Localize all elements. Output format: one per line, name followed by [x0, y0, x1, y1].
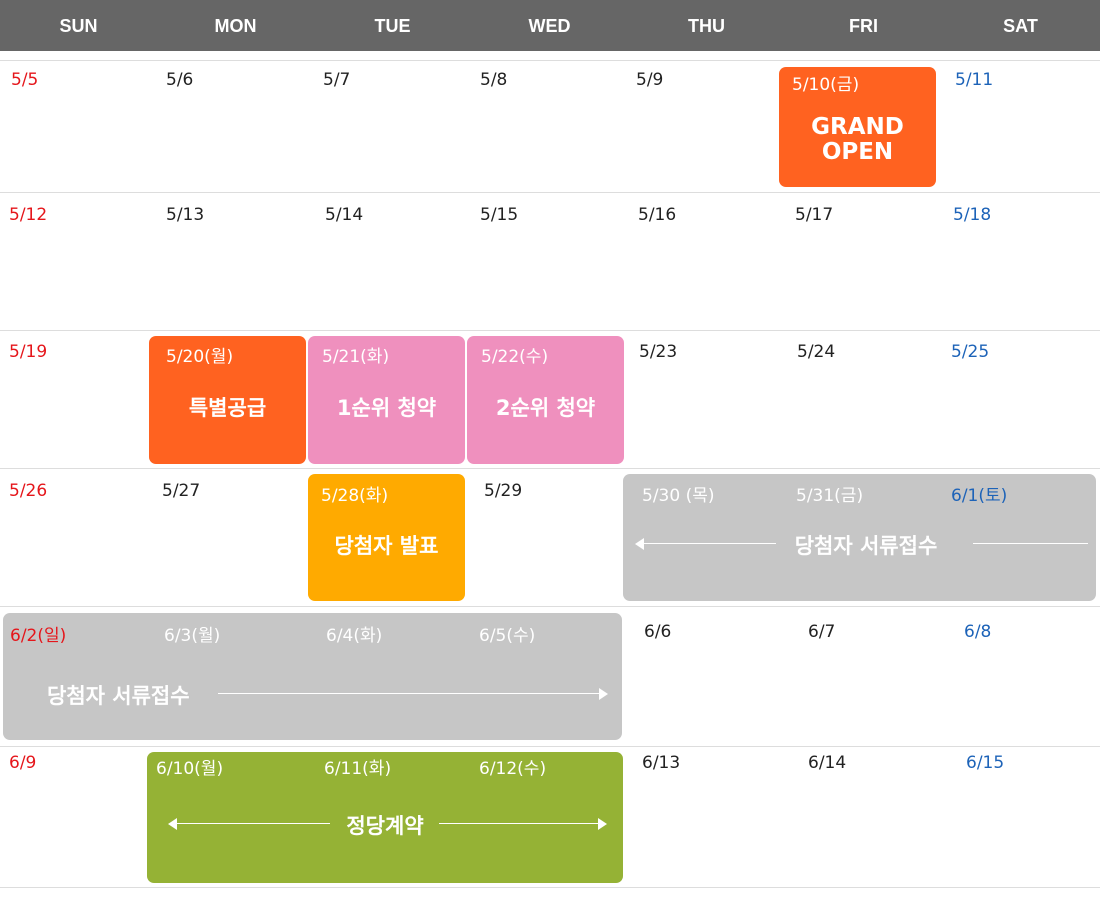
row-divider — [0, 60, 1100, 61]
weekday-thu: THU — [688, 16, 725, 36]
weekday-wed: WED — [528, 16, 571, 36]
date-label: 5/26 — [9, 481, 48, 501]
event-second-priority[interactable]: 5/22(수) 2순위 청약 — [467, 336, 624, 464]
event-label: 정당계약 — [346, 814, 424, 838]
date-label: 5/20(월) — [166, 347, 234, 367]
event-label: 당첨자 발표 — [334, 534, 439, 558]
date-label: 5/9 — [636, 70, 664, 90]
event-label: GRAND OPEN — [811, 114, 904, 165]
date-label: 5/12 — [9, 205, 48, 225]
arrow-line — [176, 823, 330, 824]
date-label: 5/8 — [480, 70, 508, 90]
date-label: 6/1(토) — [951, 486, 1008, 506]
date-label: 6/5(수) — [479, 626, 536, 646]
date-label: 5/5 — [11, 70, 39, 90]
date-label: 5/10(금) — [792, 75, 860, 95]
weekday-fri: FRI — [849, 16, 878, 36]
date-label: 6/14 — [808, 753, 847, 773]
event-label: 당첨자 서류접수 — [47, 684, 190, 708]
date-label: 5/27 — [162, 481, 201, 501]
event-special-supply[interactable]: 5/20(월) 특별공급 — [149, 336, 306, 464]
arrow-left-icon — [635, 538, 644, 550]
arrow-line — [439, 823, 598, 824]
event-document-submission[interactable]: 5/30 (목) 5/31(금) 6/1(토) 당첨자 서류접수 — [623, 474, 1096, 601]
date-label: 5/19 — [9, 342, 48, 362]
arrow-line — [973, 543, 1088, 544]
event-grand-open[interactable]: 5/10(금) GRAND OPEN — [779, 67, 936, 187]
date-label: 5/6 — [166, 70, 194, 90]
date-label: 6/3(월) — [164, 626, 221, 646]
date-label: 6/15 — [966, 753, 1005, 773]
date-label: 5/11 — [955, 70, 994, 90]
date-label: 5/16 — [638, 205, 677, 225]
arrow-line — [218, 693, 599, 694]
date-label: 5/15 — [480, 205, 519, 225]
row-divider — [0, 887, 1100, 888]
date-label: 5/18 — [953, 205, 992, 225]
date-label: 6/13 — [642, 753, 681, 773]
date-label: 5/25 — [951, 342, 990, 362]
arrow-right-icon — [598, 818, 607, 830]
event-label: 1순위 청약 — [336, 396, 437, 420]
date-label: 6/4(화) — [326, 626, 383, 646]
date-label: 6/2(일) — [10, 626, 67, 646]
weekday-sat: SAT — [1003, 16, 1038, 36]
date-label: 6/9 — [9, 753, 37, 773]
row-divider — [0, 192, 1100, 193]
event-label: 당첨자 서류접수 — [794, 534, 938, 558]
date-label: 5/22(수) — [481, 347, 549, 367]
event-document-submission[interactable]: 6/2(일) 6/3(월) 6/4(화) 6/5(수) 당첨자 서류접수 — [3, 613, 622, 740]
date-label: 6/11(화) — [324, 759, 392, 779]
date-label: 5/7 — [323, 70, 351, 90]
date-label: 6/8 — [964, 622, 992, 642]
date-label: 5/17 — [795, 205, 834, 225]
event-contract[interactable]: 6/10(월) 6/11(화) 6/12(수) 정당계약 — [147, 752, 623, 883]
weekday-mon: MON — [214, 16, 257, 36]
event-label: 특별공급 — [188, 396, 267, 420]
date-label: 5/31(금) — [796, 486, 864, 506]
event-first-priority[interactable]: 5/21(화) 1순위 청약 — [308, 336, 465, 464]
date-label: 5/21(화) — [322, 347, 390, 367]
date-label: 5/24 — [797, 342, 836, 362]
event-winner-announcement[interactable]: 5/28(화) 당첨자 발표 — [308, 474, 465, 601]
weekday-sun: SUN — [59, 16, 98, 36]
arrow-left-icon — [168, 818, 177, 830]
date-label: 5/13 — [166, 205, 205, 225]
row-divider — [0, 606, 1100, 607]
arrow-right-icon — [599, 688, 608, 700]
row-divider — [0, 746, 1100, 747]
row-divider — [0, 468, 1100, 469]
date-label: 6/6 — [644, 622, 672, 642]
date-label: 6/10(월) — [156, 759, 224, 779]
date-label: 5/30 (목) — [642, 486, 715, 506]
date-label: 5/29 — [484, 481, 523, 501]
date-label: 5/14 — [325, 205, 364, 225]
arrow-line — [643, 543, 776, 544]
weekday-tue: TUE — [374, 16, 411, 36]
date-label: 6/12(수) — [479, 759, 547, 779]
row-divider — [0, 330, 1100, 331]
date-label: 5/28(화) — [321, 486, 389, 506]
date-label: 6/7 — [808, 622, 836, 642]
date-label: 5/23 — [639, 342, 678, 362]
event-label: 2순위 청약 — [495, 396, 596, 420]
